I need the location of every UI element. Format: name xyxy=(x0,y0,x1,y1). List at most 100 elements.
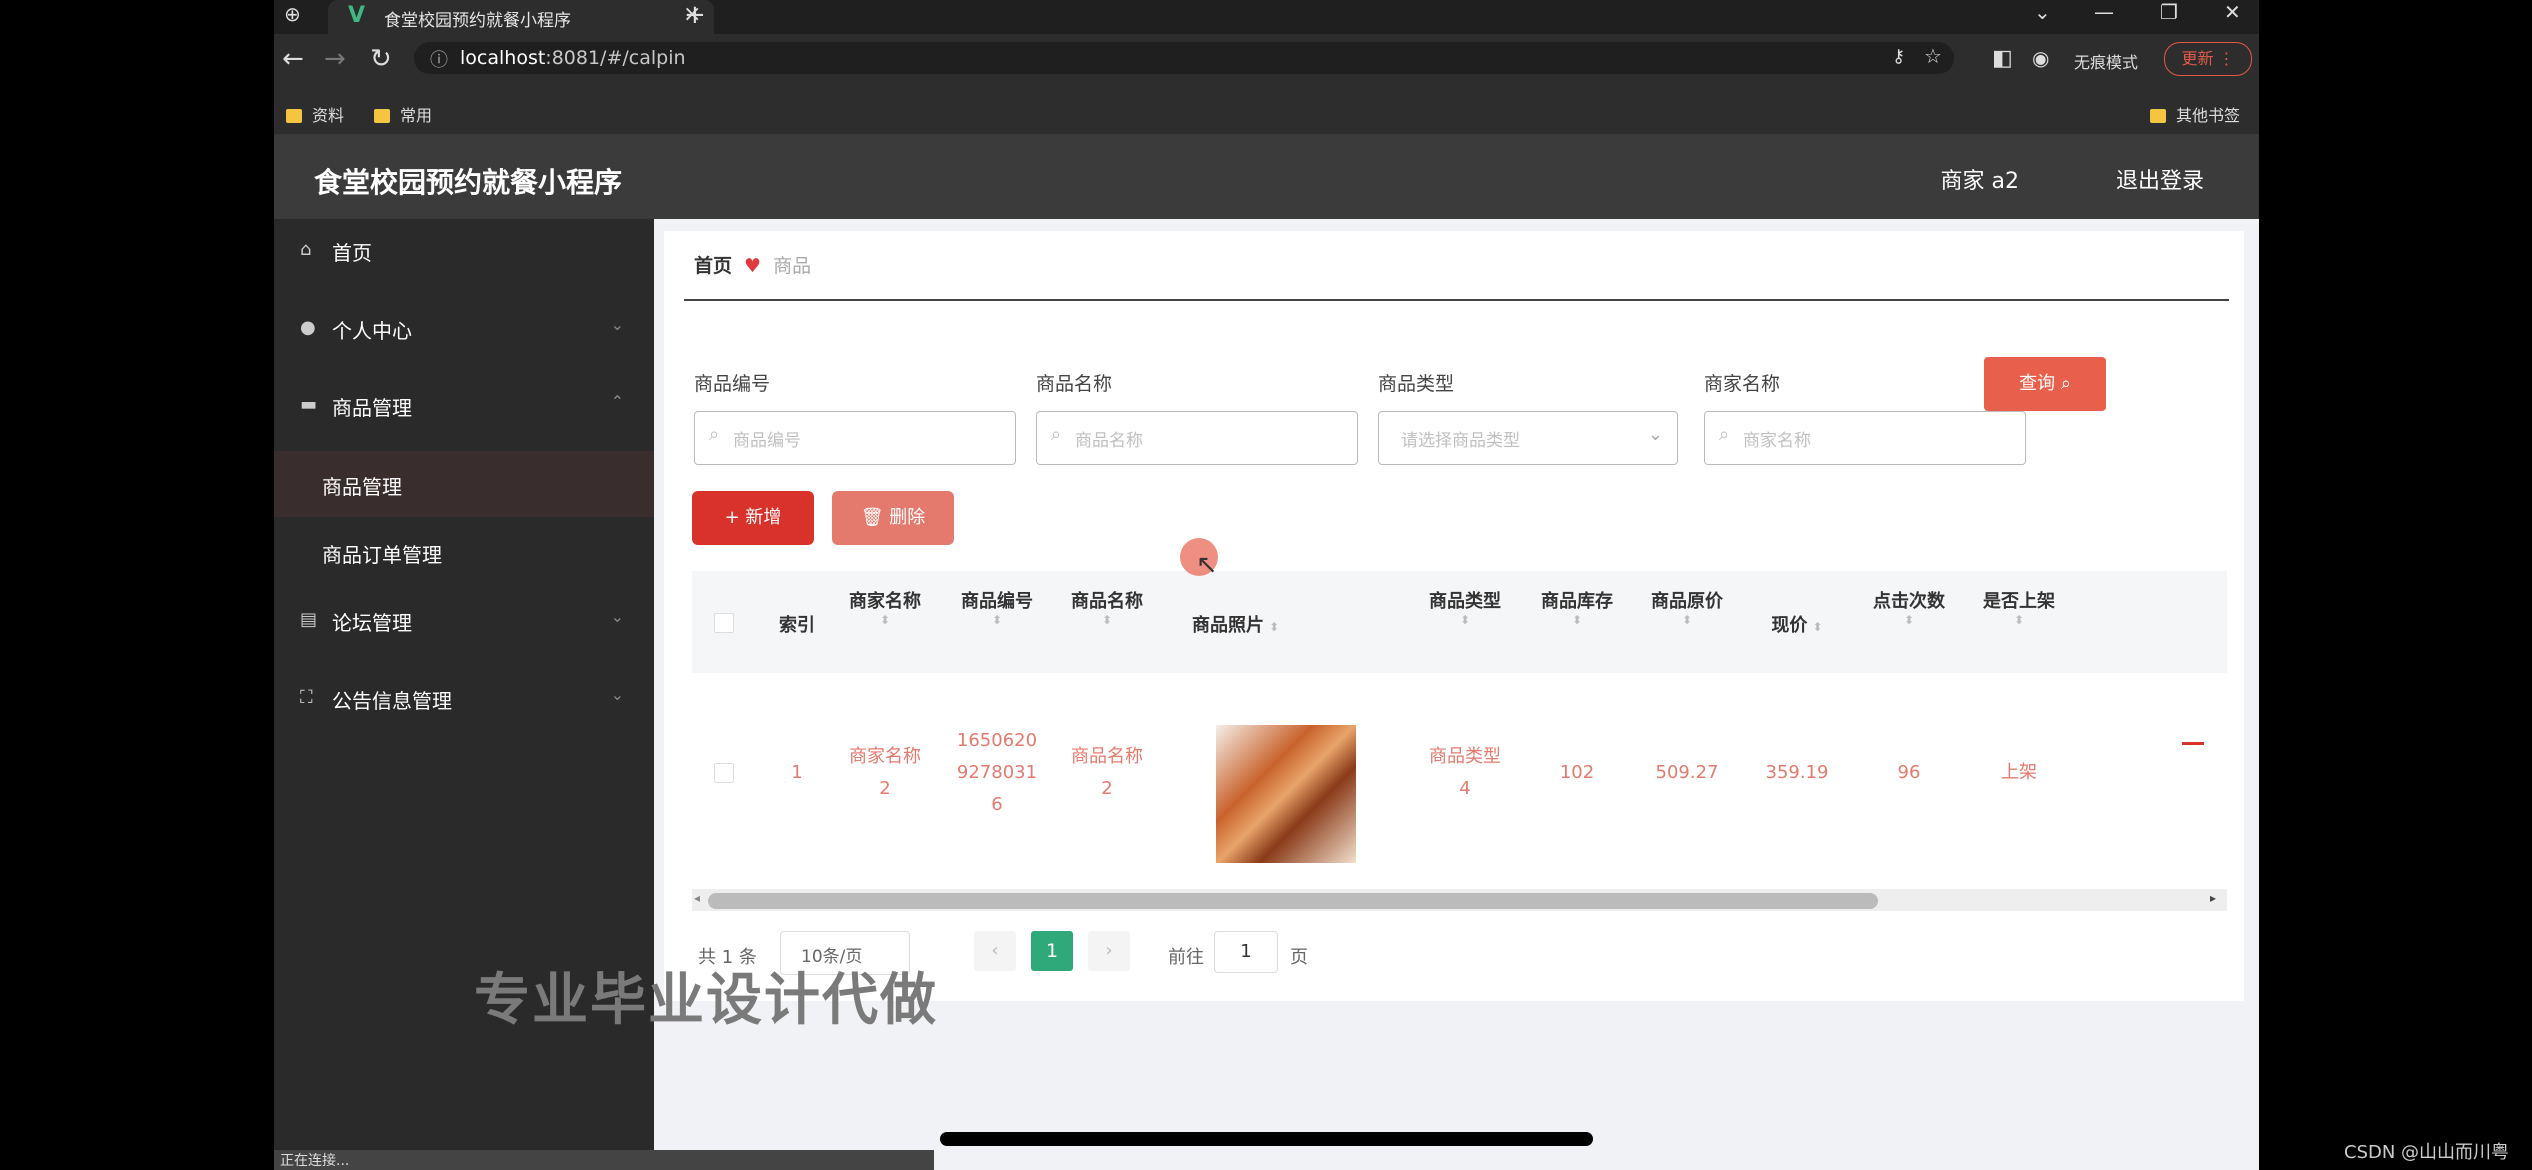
filter-label: 商品类型 xyxy=(1378,373,1455,395)
header-type[interactable]: 商品类型 ⬍ xyxy=(1412,587,1518,627)
back-icon[interactable]: ← xyxy=(282,44,304,74)
sidebar-item-forum[interactable]: ▤ 论坛管理 ⌄ xyxy=(274,589,654,649)
maximize-icon[interactable]: ❐ xyxy=(2160,0,2178,24)
other-bookmarks[interactable]: 其他书签 xyxy=(2150,102,2240,126)
cell-onsale: 上架 xyxy=(2001,762,2037,783)
header-price[interactable]: 商品原价 ⬍ xyxy=(1634,587,1740,627)
chevron-up-icon: ⌃ xyxy=(610,392,624,411)
watermark-text: 专业毕业设计代做 xyxy=(474,968,938,1033)
sort-icon: ⬍ xyxy=(1269,620,1280,634)
select-all-checkbox[interactable] xyxy=(714,613,734,633)
update-button[interactable]: 更新 ⋮ xyxy=(2164,42,2252,76)
sidebar-item-label: 论坛管理 xyxy=(332,611,412,635)
heart-icon: ♥ xyxy=(744,255,762,277)
sort-icon: ⬍ xyxy=(1101,613,1113,627)
header-clicks[interactable]: 点击次数 ⬍ xyxy=(1856,587,1962,627)
sort-icon: ⬍ xyxy=(879,613,891,627)
app-title: 食堂校园预约就餐小程序 xyxy=(314,166,623,199)
chevron-down-icon: ⌄ xyxy=(610,607,624,626)
bookmark-folder[interactable]: 资料 xyxy=(286,102,344,126)
plus-icon: + xyxy=(724,507,740,528)
header-code[interactable]: 商品编号 ⬍ xyxy=(944,587,1050,627)
address-bar-row: ← → ↻ ⓘ localhost:8081/#/calpin ⚷ ☆ ◧ ◉ … xyxy=(274,34,2259,96)
key-icon[interactable]: ⚷ xyxy=(1892,46,1905,67)
next-page-button[interactable]: › xyxy=(1088,931,1130,971)
cell-line: 9278031 xyxy=(956,762,1038,783)
sidebar-item-notice[interactable]: ⛶ 公告信息管理 ⌄ xyxy=(274,667,654,727)
chevron-down-icon[interactable]: ⌄ xyxy=(2034,0,2051,24)
header-stock[interactable]: 商品库存 ⬍ xyxy=(1524,587,1630,627)
divider xyxy=(684,299,2229,301)
cell-line: 1650620 xyxy=(956,730,1038,751)
goods-photo xyxy=(1216,725,1356,863)
breadcrumb-home[interactable]: 首页 xyxy=(694,255,732,277)
cell-line: 2 xyxy=(1101,778,1113,799)
cell-line: 4 xyxy=(1459,778,1471,799)
globe-icon: ⊕ xyxy=(284,2,301,26)
header-label: 商品编号 xyxy=(961,591,1033,612)
header-label: 商家名称 xyxy=(849,591,921,612)
logout-link[interactable]: 退出登录 xyxy=(2116,163,2204,195)
header-label: 商品名称 xyxy=(1071,591,1143,612)
forward-icon[interactable]: → xyxy=(324,44,346,74)
cell-merchant: 商家名称 2 xyxy=(832,741,938,805)
sidebar-item-label: 个人中心 xyxy=(332,319,412,343)
sidebar-item-home[interactable]: ⌂ 首页 xyxy=(274,219,654,279)
reload-icon[interactable]: ↻ xyxy=(370,44,392,74)
search-icon: ⌕ xyxy=(1719,424,1730,445)
header-current[interactable]: 现价 ⬍ xyxy=(1744,611,1850,637)
search-button[interactable]: 查询 ⌕ xyxy=(1984,357,2106,411)
delete-button[interactable]: 🗑 删除 xyxy=(832,491,954,545)
content-card: 首页 ♥ 商品 商品编号 商品名称 商品类型 商家名称 ⌕ 商品编号 ⌕ 商品名称 请选… xyxy=(664,231,2244,1001)
header-label: 商品库存 xyxy=(1541,591,1613,612)
csdn-credit: CSDN @山山而川粤 xyxy=(2344,1142,2510,1163)
cell-line: 6 xyxy=(991,794,1003,815)
sidebar-item-goods[interactable]: ▬ 商品管理 ⌃ xyxy=(274,374,654,434)
close-window-icon[interactable]: ✕ xyxy=(2224,0,2241,24)
red-dash xyxy=(2182,742,2204,745)
cell-clicks: 96 xyxy=(1897,762,1921,783)
sidebar-item-label: 商品订单管理 xyxy=(322,543,442,567)
page-suffix: 页 xyxy=(1290,947,1308,968)
goods-name-input[interactable]: ⌕ 商品名称 xyxy=(1036,411,1358,465)
sidebar-subitem-goods[interactable]: 商品管理 xyxy=(274,451,654,517)
goto-page-input[interactable]: 1 xyxy=(1214,931,1278,973)
goods-code-input[interactable]: ⌕ 商品编号 xyxy=(694,411,1016,465)
scroll-left-icon[interactable]: ◂ xyxy=(694,891,700,905)
merchant-name-input[interactable]: ⌕ 商家名称 xyxy=(1704,411,2026,465)
goods-icon: ▬ xyxy=(300,394,318,415)
cell-price: 509.27 xyxy=(1655,762,1719,783)
url-field[interactable]: ⓘ localhost:8081/#/calpin ⚷ ☆ xyxy=(414,42,1954,74)
sort-icon: ⬍ xyxy=(1571,613,1583,627)
filter-label: 商家名称 xyxy=(1704,373,1781,395)
header-onsale[interactable]: 是否上架 ⬍ xyxy=(1966,587,2072,627)
browser-tab[interactable]: V 食堂校园预约就餐小程序 × xyxy=(328,0,714,34)
placeholder: 商家名称 xyxy=(1743,431,1811,451)
star-icon[interactable]: ☆ xyxy=(1924,44,1942,68)
bookmark-folder[interactable]: 常用 xyxy=(374,102,432,126)
notice-icon: ⛶ xyxy=(300,687,313,708)
header-label: 现价 xyxy=(1771,615,1808,636)
header-merchant[interactable]: 商家名称 ⬍ xyxy=(832,587,938,627)
placeholder: 商品名称 xyxy=(1075,431,1143,451)
scrollbar-thumb[interactable] xyxy=(708,893,1878,909)
current-page[interactable]: 1 xyxy=(1031,931,1073,971)
home-indicator xyxy=(940,1132,1593,1146)
scroll-right-icon[interactable]: ▸ xyxy=(2210,891,2216,905)
minimize-icon[interactable]: — xyxy=(2094,0,2114,24)
sidepanel-icon[interactable]: ◧ xyxy=(1992,46,2013,71)
table-header: 索引 商家名称 ⬍ 商品编号 ⬍ 商品名称 ⬍ 商品照片 ⬍ 商品类型 ⬍ 商品库存 ⬍ … xyxy=(692,571,2227,673)
add-button[interactable]: + 新增 xyxy=(692,491,814,545)
row-checkbox[interactable] xyxy=(714,763,734,783)
sidebar-item-label: 公告信息管理 xyxy=(332,689,452,713)
header-photo[interactable]: 商品照片 ⬍ xyxy=(1192,611,1412,637)
trash-icon: 🗑 xyxy=(860,507,884,528)
new-tab-icon[interactable]: + xyxy=(684,0,706,30)
prev-page-button[interactable]: ‹ xyxy=(974,931,1016,971)
sidebar-item-profile[interactable]: ● 个人中心 ⌄ xyxy=(274,297,654,357)
header-name[interactable]: 商品名称 ⬍ xyxy=(1054,587,1160,627)
header-label: 商品照片 xyxy=(1192,615,1264,636)
goods-type-select[interactable]: 请选择商品类型 ⌄ xyxy=(1378,411,1678,465)
sidebar-item-label: 首页 xyxy=(332,241,372,265)
sidebar-subitem-orders[interactable]: 商品订单管理 xyxy=(274,521,654,581)
